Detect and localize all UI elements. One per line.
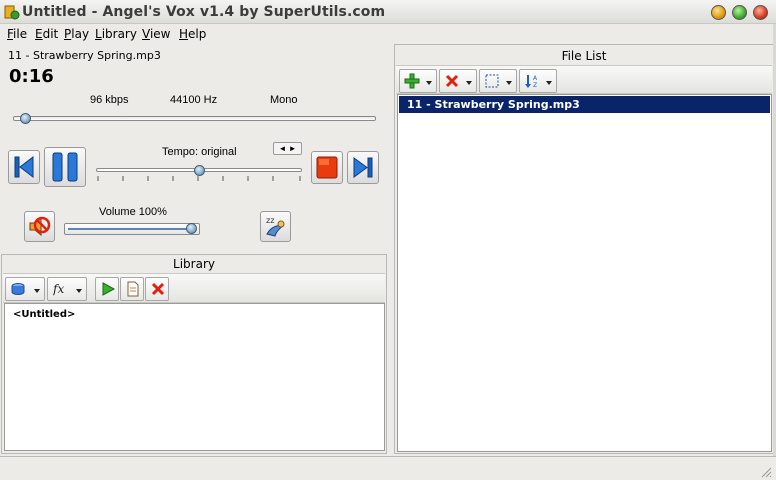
mute-button[interactable] bbox=[24, 211, 55, 242]
status-bar bbox=[0, 456, 776, 480]
library-list[interactable]: <Untitled> bbox=[4, 303, 385, 451]
sleep-timer-button[interactable]: zz bbox=[260, 211, 291, 242]
minimize-button[interactable] bbox=[711, 5, 726, 20]
stop-icon bbox=[316, 156, 338, 179]
previous-icon bbox=[14, 155, 34, 179]
library-delete-button[interactable] bbox=[145, 277, 169, 301]
menu-bar: File Edit Play Library View Help bbox=[0, 24, 394, 44]
remove-files-button[interactable] bbox=[439, 69, 477, 93]
select-button[interactable] bbox=[479, 69, 517, 93]
svg-text:fx: fx bbox=[53, 282, 64, 296]
play-icon bbox=[102, 282, 116, 296]
library-new-button[interactable] bbox=[120, 277, 144, 301]
add-files-button[interactable] bbox=[399, 69, 437, 93]
volume-slider-handle[interactable] bbox=[186, 223, 197, 234]
stop-button[interactable] bbox=[311, 151, 343, 184]
file-list[interactable]: 11 - Strawberry Spring.mp3 bbox=[397, 94, 772, 452]
add-icon bbox=[404, 73, 420, 89]
remove-icon bbox=[445, 74, 459, 88]
menu-help[interactable]: Help bbox=[179, 27, 206, 41]
file-list-panel: File List A Z 11 - Strawberry Spring.mp3 bbox=[394, 44, 774, 454]
resize-grip-icon[interactable] bbox=[760, 466, 772, 478]
menu-view[interactable]: View bbox=[142, 27, 170, 41]
sort-az-icon: A Z bbox=[525, 75, 538, 89]
tempo-ticks bbox=[97, 176, 301, 181]
position-slider-handle[interactable] bbox=[20, 113, 32, 124]
volume-label: Volume 100% bbox=[99, 206, 167, 218]
elapsed-time: 0:16 bbox=[9, 66, 54, 87]
tempo-label: Tempo: original bbox=[162, 146, 237, 158]
svg-text:zz: zz bbox=[266, 216, 274, 225]
library-panel: Library fx <Untitled> bbox=[1, 254, 387, 454]
sample-rate-label: 44100 Hz bbox=[170, 94, 218, 106]
library-toolbar: fx bbox=[3, 273, 385, 303]
library-item[interactable]: <Untitled> bbox=[13, 309, 75, 320]
sleep-icon: zz bbox=[266, 216, 285, 237]
menu-edit[interactable]: Edit bbox=[35, 27, 58, 41]
next-icon bbox=[353, 157, 373, 178]
pause-button[interactable] bbox=[44, 147, 86, 187]
volume-slider-fill bbox=[68, 228, 192, 230]
maximize-button[interactable] bbox=[732, 5, 747, 20]
library-header: Library bbox=[173, 257, 215, 271]
speaker-mute-icon bbox=[29, 216, 51, 237]
pause-icon bbox=[52, 152, 78, 182]
library-play-button[interactable] bbox=[95, 277, 119, 301]
delete-icon bbox=[151, 282, 165, 296]
database-icon bbox=[11, 283, 25, 295]
sort-button[interactable]: A Z bbox=[519, 69, 557, 93]
channels-label: Mono bbox=[270, 94, 298, 106]
file-list-toolbar: A Z bbox=[396, 65, 772, 94]
file-list-row-selected[interactable]: 11 - Strawberry Spring.mp3 bbox=[399, 96, 770, 113]
tempo-slider-handle[interactable] bbox=[193, 165, 205, 176]
menu-play[interactable]: Play bbox=[64, 27, 89, 41]
app-icon bbox=[4, 5, 20, 20]
function-icon: fx bbox=[53, 282, 64, 296]
previous-track-button[interactable] bbox=[8, 150, 40, 184]
svg-text:A: A bbox=[533, 75, 538, 82]
tempo-step-buttons[interactable]: ◄ ► bbox=[273, 142, 302, 155]
document-icon bbox=[127, 281, 139, 297]
menu-file[interactable]: File bbox=[7, 27, 27, 41]
library-function-button[interactable]: fx bbox=[47, 277, 87, 301]
next-track-button[interactable] bbox=[347, 151, 379, 184]
current-track-name: 11 - Strawberry Spring.mp3 bbox=[8, 49, 161, 62]
window-title: Untitled - Angel's Vox v1.4 by SuperUtil… bbox=[22, 4, 386, 20]
menu-library[interactable]: Library bbox=[95, 27, 137, 41]
svg-text:Z: Z bbox=[533, 82, 537, 89]
file-list-header: File List bbox=[561, 49, 607, 63]
select-icon bbox=[485, 74, 499, 88]
library-open-button[interactable] bbox=[5, 277, 45, 301]
close-button[interactable] bbox=[753, 5, 768, 20]
position-slider[interactable] bbox=[13, 116, 376, 121]
bitrate-label: 96 kbps bbox=[90, 94, 129, 106]
